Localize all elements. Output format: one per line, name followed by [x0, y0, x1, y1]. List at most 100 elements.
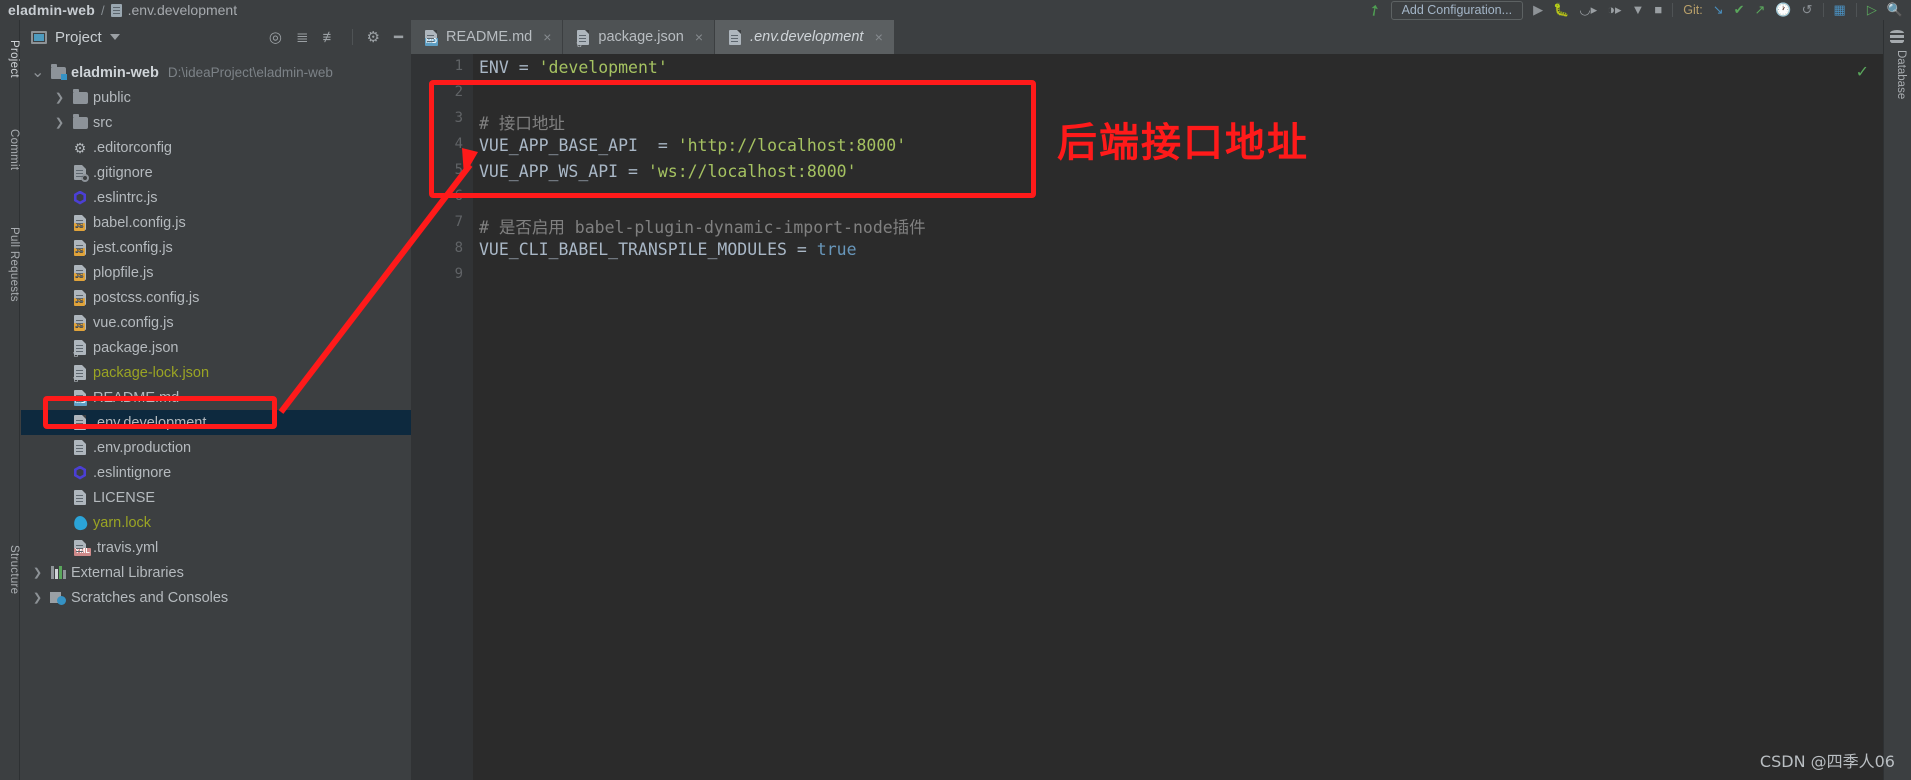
add-configuration-button[interactable]: Add Configuration... — [1390, 0, 1524, 20]
chevron-right-icon[interactable]: ❯ — [53, 116, 66, 129]
yml-file-icon: YML — [72, 540, 91, 556]
expand-all-icon[interactable]: ≣ — [296, 30, 309, 45]
code-line[interactable] — [479, 188, 489, 207]
close-icon[interactable]: × — [695, 29, 703, 45]
tree-row--gitignore[interactable]: .gitignore — [21, 160, 411, 185]
sidebar-item-structure[interactable]: Structure — [0, 532, 20, 608]
editor-tab--env-development[interactable]: .env.development × — [715, 20, 895, 54]
chevron-right-icon[interactable]: ❯ — [53, 91, 66, 104]
chevron-down-icon[interactable]: ▼ — [1632, 0, 1645, 20]
update-project-icon[interactable]: ↘ — [1713, 0, 1724, 20]
line-number: 9 — [454, 266, 463, 282]
tree-row-src[interactable]: ❯ src — [21, 110, 411, 135]
code-line[interactable] — [479, 266, 489, 285]
md-file-icon: MD — [72, 390, 88, 406]
sidebar-item-database[interactable]: Database — [1887, 50, 1907, 122]
js-file-icon: JS — [72, 265, 88, 281]
watermark: CSDN @四季人06 — [1759, 752, 1895, 771]
tree-row--eslintrc-js[interactable]: .eslintrc.js — [21, 185, 411, 210]
json-file-icon: {} — [575, 29, 591, 46]
tree-row-package-lock-json[interactable]: {} package-lock.json — [21, 360, 411, 385]
tree-row-plopfile-js[interactable]: JS plopfile.js — [21, 260, 411, 285]
commit-icon[interactable]: ✔ — [1734, 0, 1745, 20]
editor-tab-package-json[interactable]: {} package.json × — [563, 20, 716, 54]
code-line[interactable]: # 接口地址 — [479, 110, 565, 134]
tree-row--travis-yml[interactable]: YML .travis.yml — [21, 535, 411, 560]
tree-item-label: External Libraries — [71, 564, 184, 581]
annotation-label: 后端接口地址 — [1057, 120, 1309, 166]
close-icon[interactable]: × — [874, 29, 882, 45]
tree-row-external-libraries[interactable]: ❯ External Libraries — [21, 560, 411, 585]
code-line[interactable]: ENV = 'development' — [479, 58, 668, 77]
hammer-icon[interactable]: ➚ — [1364, 0, 1385, 21]
chevron-down-icon[interactable]: ⌄ — [31, 64, 44, 80]
tree-item-label: babel.config.js — [93, 214, 186, 231]
code-line[interactable]: # 是否启用 babel-plugin-dynamic-import-node插… — [479, 214, 926, 238]
code-line[interactable]: VUE_APP_BASE_API = 'http://localhost:800… — [479, 136, 906, 155]
search-icon[interactable]: 🔍 — [1887, 0, 1903, 20]
tree-row-public[interactable]: ❯ public — [21, 85, 411, 110]
js-file-icon: JS — [72, 215, 88, 231]
chevron-right-icon[interactable]: ❯ — [31, 566, 44, 579]
sidebar-item-pull-requests[interactable]: Pull Requests — [0, 212, 20, 316]
editor-tab-label: .env.development — [750, 29, 864, 45]
push-icon[interactable]: ↗ — [1755, 0, 1766, 20]
history-icon[interactable]: 🕐 — [1775, 0, 1791, 20]
tree-row-license[interactable]: LICENSE — [21, 485, 411, 510]
code-line[interactable]: VUE_APP_WS_API = 'ws://localhost:8000' — [479, 162, 857, 181]
settings-gear-icon[interactable]: ⚙ — [367, 30, 380, 45]
tree-item-label: Scratches and Consoles — [71, 589, 229, 606]
tree-row-jest-config-js[interactable]: JS jest.config.js — [21, 235, 411, 260]
code-line[interactable] — [479, 84, 489, 103]
inspection-ok-icon[interactable]: ✓ — [1856, 62, 1869, 82]
idea-window: eladmin-web / .env.development ➚ Add Con… — [0, 0, 1911, 780]
editor-tab-readme-md[interactable]: MD README.md × — [411, 20, 564, 54]
editor-tab-bar: MD README.md ×{} package.json × .env.developm… — [411, 20, 1883, 54]
run-icon[interactable]: ▶ — [1533, 0, 1543, 20]
tree-item-label: README.md — [93, 389, 180, 406]
hide-panel-icon[interactable]: ━ — [394, 30, 403, 45]
tree-row--env-production[interactable]: .env.production — [21, 435, 411, 460]
stop-icon[interactable]: ■ — [1654, 0, 1662, 20]
tree-row-scratches-and-consoles[interactable]: ❯ Scratches and Consoles — [21, 585, 411, 610]
tree-row-postcss-config-js[interactable]: JS postcss.config.js — [21, 285, 411, 310]
profile-icon[interactable]: ◑▸ — [1607, 0, 1621, 20]
chevron-down-icon[interactable] — [109, 34, 120, 40]
breadcrumb-file[interactable]: .env.development — [128, 2, 237, 18]
tree-row--eslintignore[interactable]: .eslintignore — [21, 460, 411, 485]
tree-row-eladmin-web[interactable]: ⌄ eladmin-web D:\ideaProject\eladmin-web — [21, 60, 411, 85]
close-icon[interactable]: × — [543, 29, 551, 45]
tree-row--editorconfig[interactable]: ⚙ .editorconfig — [21, 135, 411, 160]
sidebar-item-commit[interactable]: Commit — [0, 118, 20, 182]
tree-row--env-development[interactable]: .env.development — [21, 410, 411, 435]
tree-row-readme-md[interactable]: MD README.md — [21, 385, 411, 410]
undo-icon[interactable]: ↺ — [1802, 0, 1813, 20]
project-panel: Project ◎ ≣ ≢ ⚙ ━ ⌄ eladmin-web D:\ideaPro… — [21, 20, 411, 780]
tree-row-package-json[interactable]: {} package.json — [21, 335, 411, 360]
project-panel-title: Project — [55, 28, 102, 46]
chevron-right-icon[interactable]: ❯ — [31, 591, 44, 604]
tree-row-vue-config-js[interactable]: JS vue.config.js — [21, 310, 411, 335]
breadcrumb-project[interactable]: eladmin-web — [8, 2, 95, 18]
tree-item-label: .gitignore — [93, 164, 153, 181]
sidebar-item-project[interactable]: Project — [0, 26, 20, 92]
tree-item-label: LICENSE — [93, 489, 156, 506]
tree-row-babel-config-js[interactable]: JS babel.config.js — [21, 210, 411, 235]
run-anything-icon[interactable]: ▷ — [1867, 0, 1877, 20]
layout-icon[interactable]: ▦ — [1834, 0, 1846, 20]
locate-icon[interactable]: ◎ — [269, 30, 282, 45]
tree-row-yarn-lock[interactable]: yarn.lock — [21, 510, 411, 535]
code-line[interactable]: VUE_CLI_BABEL_TRANSPILE_MODULES = true — [479, 240, 857, 259]
collapse-all-icon[interactable]: ≢ — [323, 30, 338, 45]
run-with-coverage-icon[interactable]: ◡▸ — [1579, 0, 1597, 20]
text-file-icon — [72, 415, 88, 431]
debug-icon[interactable]: 🐛 — [1553, 0, 1569, 20]
